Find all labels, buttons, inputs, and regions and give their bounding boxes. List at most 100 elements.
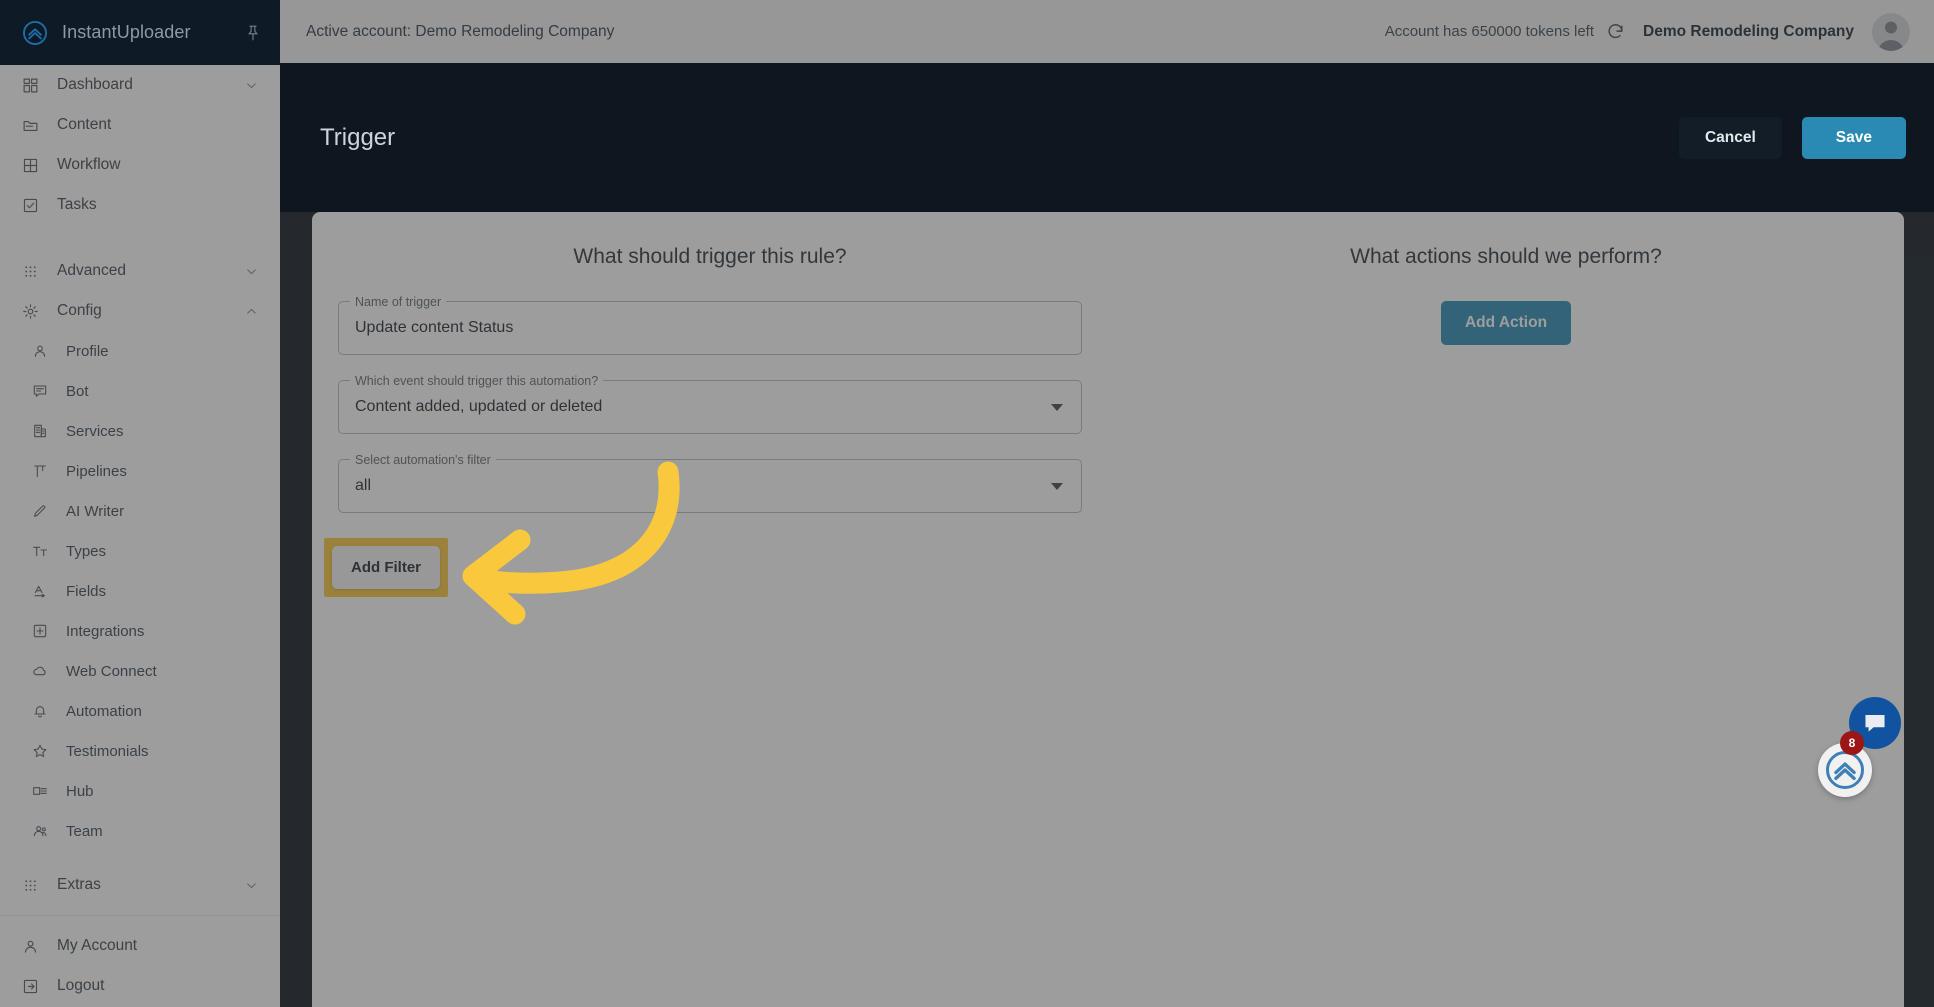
sidebar-item-workflow[interactable]: Workflow [0,145,280,185]
sidebar-item-label: Logout [57,977,105,994]
sidebar-item-label: Types [66,542,107,560]
refresh-icon[interactable] [1606,22,1625,41]
sidebar-footer-group: My Account Logout [0,926,280,1006]
name-of-trigger-field[interactable]: Name of trigger [338,293,1082,355]
event-select-legend: Which event should trigger this automati… [350,372,604,390]
sidebar-item-advanced[interactable]: Advanced [0,251,280,291]
name-of-trigger-input[interactable] [355,319,1065,337]
field-letter-icon [32,583,48,599]
event-select-field[interactable]: Which event should trigger this automati… [338,372,1082,434]
cancel-button[interactable]: Cancel [1678,116,1782,159]
building-icon [32,423,48,439]
sidebar-item-label: Dashboard [57,76,133,93]
chevron-down-icon[interactable] [1051,482,1063,490]
sidebar-item-label: Fields [66,582,107,600]
sidebar-item-label: Profile [66,342,109,360]
sidebar-item-content[interactable]: Content [0,105,280,145]
sidebar-item-ai-writer[interactable]: AI Writer [0,491,280,531]
sidebar-item-label: Team [66,822,103,840]
filter-select-value: all [355,477,372,494]
sidebar-item-my-account[interactable]: My Account [0,926,280,966]
page-title: Trigger [320,123,396,151]
folder-icon [22,117,39,134]
sidebar-item-team[interactable]: Team [0,811,280,851]
trigger-card: What should trigger this rule? Name of t… [312,212,1904,1007]
sidebar-item-label: My Account [57,937,138,954]
sidebar-item-web-connect[interactable]: Web Connect [0,651,280,691]
page-header: Trigger Cancel Save [280,63,1934,212]
checkbox-icon [22,197,39,214]
page-header-actions: Cancel Save [1678,116,1906,159]
filter-select-legend: Select automation's filter [350,451,496,469]
chevron-down-icon[interactable] [245,79,258,92]
sidebar-item-automation[interactable]: Automation [0,691,280,731]
add-filter-highlight: Add Filter [324,538,448,597]
sidebar-item-fields[interactable]: Fields [0,571,280,611]
sidebar: InstantUploader Dashboard Content Workflow… [0,0,280,1007]
sidebar-item-label: Web Connect [66,662,157,680]
sidebar-item-config[interactable]: Config [0,291,280,331]
chat-bubble-icon [1865,714,1885,732]
sidebar-item-label: Workflow [57,156,121,173]
sidebar-item-hub[interactable]: Hub [0,771,280,811]
table-grid-icon [22,157,39,174]
sidebar-item-bot[interactable]: Bot [0,371,280,411]
pushpin-icon[interactable] [244,24,262,42]
event-select-value: Content added, updated or deleted [355,398,603,415]
sidebar-item-extras[interactable]: Extras [0,865,280,905]
sidebar-item-label: Extras [57,876,101,893]
star-icon [32,743,48,759]
active-account-label: Active account: Demo Remodeling Company [306,22,615,40]
sidebar-item-pipelines[interactable]: Pipelines [0,451,280,491]
sidebar-item-label: Testimonials [66,742,149,760]
actions-column: What actions should we perform? Add Acti… [1108,212,1904,1007]
save-button[interactable]: Save [1801,116,1906,159]
sidebar-header-top: InstantUploader [0,0,280,65]
app-logo-icon [23,20,47,45]
sidebar-nav: Dashboard Content Workflow Tasks Advanced Co… [0,65,280,1007]
sidebar-groups: Advanced Config [0,251,280,331]
people-icon [32,823,48,839]
sidebar-item-services[interactable]: Services [0,411,280,451]
chevron-down-icon[interactable] [245,265,258,278]
sidebar-item-tasks[interactable]: Tasks [0,185,280,225]
pencil-icon [32,503,48,519]
filter-select-field[interactable]: Select automation's filter all [338,451,1082,513]
add-action-button[interactable]: Add Action [1440,301,1572,345]
sidebar-item-logout[interactable]: Logout [0,966,280,1006]
chevron-up-icon[interactable] [245,305,258,318]
token-balance-label: Account has 650000 tokens left [1384,23,1594,40]
actions-heading: What actions should we perform? [1350,245,1662,268]
sidebar-item-types[interactable]: Types [0,531,280,571]
sidebar-item-label: Automation [66,702,142,720]
sidebar-item-dashboard[interactable]: Dashboard [0,65,280,105]
add-filter-button[interactable]: Add Filter [332,546,440,589]
sidebar-item-integrations[interactable]: Integrations [0,611,280,651]
chevron-down-icon[interactable] [1051,403,1063,411]
sidebar-item-profile[interactable]: Profile [0,331,280,371]
top-bar-right: Account has 650000 tokens left Demo Remo… [1385,12,1910,51]
app-name: InstantUploader [62,22,191,42]
sidebar-item-label: Tasks [57,196,97,213]
chat-lines-icon [32,383,48,399]
trigger-heading: What should trigger this rule? [573,245,847,268]
apps-grid-icon [22,877,39,894]
sidebar-item-label: Pipelines [66,462,127,480]
sidebar-divider [0,915,280,916]
chat-widget-button[interactable]: 8 [1840,697,1901,755]
sidebar-item-label: Content [57,116,112,133]
top-bar: Active account: Demo Remodeling Company … [280,0,1934,63]
avatar-person-icon [1872,12,1910,51]
text-size-icon [32,543,48,559]
pipeline-icon [32,463,48,479]
chevron-down-icon[interactable] [245,879,258,892]
bell-icon [32,703,48,719]
token-balance: Account has 650000 tokens left [1385,22,1625,41]
person-icon [22,938,39,955]
account-name[interactable]: Demo Remodeling Company [1643,23,1854,41]
avatar[interactable] [1872,12,1910,51]
sidebar-item-label: Services [66,422,124,440]
trigger-form: Name of trigger Which event should trigg… [312,293,1108,597]
sidebar-item-testimonials[interactable]: Testimonials [0,731,280,771]
sidebar-item-label: Bot [66,382,89,400]
